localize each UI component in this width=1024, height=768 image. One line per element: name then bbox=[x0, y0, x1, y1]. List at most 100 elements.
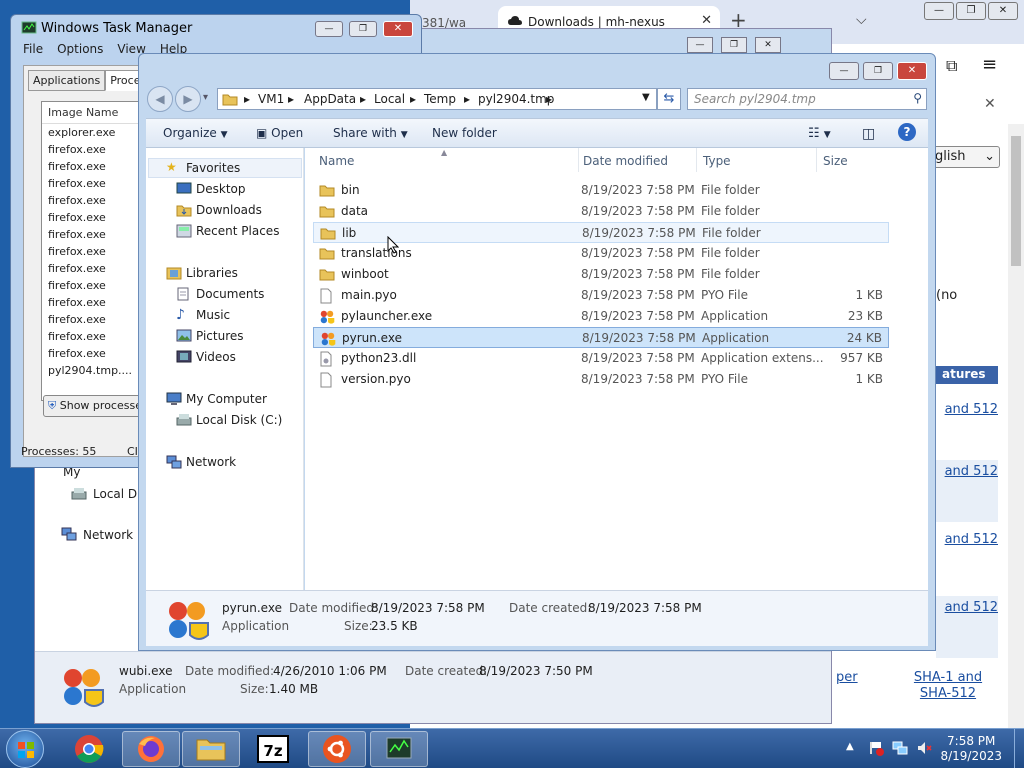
nav-desktop[interactable]: Desktop bbox=[196, 182, 246, 196]
process-row[interactable]: firefox.exe bbox=[42, 277, 146, 294]
column-header-type[interactable]: Type bbox=[701, 148, 817, 172]
file-row[interactable]: translations 8/19/2023 7:58 PM File folder bbox=[313, 243, 889, 264]
flag-icon[interactable] bbox=[868, 740, 884, 756]
process-row[interactable]: pyl2904.tmp.... bbox=[42, 362, 146, 379]
taskbar-task-manager[interactable] bbox=[370, 731, 428, 767]
open-button[interactable]: ▣ Open bbox=[256, 126, 303, 140]
breadcrumb-temp[interactable]: Temp bbox=[424, 92, 456, 106]
breadcrumb-vm1[interactable]: VM1 bbox=[258, 92, 284, 106]
scrollbar-thumb[interactable] bbox=[1011, 136, 1021, 266]
process-row[interactable]: firefox.exe bbox=[42, 175, 146, 192]
preview-pane-icon[interactable]: ◫ bbox=[862, 126, 875, 142]
bg-close-button[interactable]: ✕ bbox=[755, 37, 781, 53]
tray-expand-icon[interactable]: ▲ bbox=[846, 741, 854, 752]
taskbar-chrome[interactable] bbox=[60, 731, 118, 767]
close-icon[interactable]: ✕ bbox=[984, 96, 996, 112]
file-row[interactable]: bin 8/19/2023 7:58 PM File folder bbox=[313, 180, 889, 201]
taskbar-explorer[interactable] bbox=[182, 731, 240, 767]
tab-applications[interactable]: Applications bbox=[28, 70, 106, 91]
column-header-size[interactable]: Size bbox=[821, 148, 891, 172]
column-header-image-name[interactable]: Image Name bbox=[42, 102, 146, 124]
bg-minimize-button[interactable]: — bbox=[687, 37, 713, 53]
nav-my-computer[interactable]: My Computer bbox=[186, 392, 267, 406]
tab-list-chevron-icon[interactable]: ⌵ bbox=[856, 12, 867, 28]
file-row[interactable]: pyrun.exe 8/19/2023 7:58 PM Application 24 … bbox=[313, 327, 889, 348]
nav-music[interactable]: Music bbox=[196, 308, 230, 322]
organize-button[interactable]: Organize ▼ bbox=[163, 126, 228, 140]
process-row[interactable]: firefox.exe bbox=[42, 294, 146, 311]
file-row[interactable]: version.pyo 8/19/2023 7:58 PM PYO File 1 KB bbox=[313, 369, 889, 390]
process-row[interactable]: firefox.exe bbox=[42, 141, 146, 158]
address-bar[interactable]: ▸ VM1 ▸ AppData ▸ Local ▸ Temp ▸ pyl2904… bbox=[217, 88, 657, 110]
help-icon[interactable]: ? bbox=[898, 123, 916, 141]
show-desktop-button[interactable] bbox=[1014, 729, 1024, 768]
nav-videos[interactable]: Videos bbox=[196, 350, 236, 364]
minimize-button[interactable]: — bbox=[315, 21, 343, 37]
new-folder-button[interactable]: New folder bbox=[432, 126, 497, 140]
view-options-icon[interactable]: ☷ ▼ bbox=[808, 126, 831, 141]
share-with-button[interactable]: Share with ▼ bbox=[333, 126, 408, 140]
menu-options[interactable]: Options bbox=[57, 42, 103, 56]
process-row[interactable]: firefox.exe bbox=[42, 328, 146, 345]
file-row[interactable]: main.pyo 8/19/2023 7:58 PM PYO File 1 KB bbox=[313, 285, 889, 306]
browser-close-button[interactable]: ✕ bbox=[988, 2, 1018, 20]
menu-file[interactable]: File bbox=[23, 42, 43, 56]
taskbar-7zip[interactable]: 7z bbox=[244, 731, 302, 767]
system-clock[interactable]: 7:58 PM 8/19/2023 bbox=[940, 734, 1002, 764]
taskbar-firefox[interactable] bbox=[122, 731, 180, 767]
back-button[interactable]: ◀ bbox=[147, 86, 173, 112]
browser-scrollbar[interactable] bbox=[1008, 124, 1024, 728]
volume-muted-icon[interactable] bbox=[916, 740, 932, 756]
forward-button[interactable]: ▶ bbox=[175, 86, 201, 112]
browser-maximize-button[interactable]: ❐ bbox=[956, 2, 986, 20]
column-header-name[interactable]: Name bbox=[319, 148, 579, 172]
file-row[interactable]: python23.dll 8/19/2023 7:58 PM Application… bbox=[313, 348, 889, 369]
extensions-icon[interactable]: ⧉ bbox=[946, 56, 957, 76]
process-row[interactable]: firefox.exe bbox=[42, 226, 146, 243]
process-row[interactable]: firefox.exe bbox=[42, 345, 146, 362]
process-row[interactable]: firefox.exe bbox=[42, 311, 146, 328]
breadcrumb-appdata[interactable]: AppData bbox=[304, 92, 356, 106]
breadcrumb-current[interactable]: pyl2904.tmp bbox=[478, 92, 554, 106]
address-history-chevron-icon[interactable]: ▼ bbox=[642, 92, 650, 103]
nav-libraries[interactable]: Libraries bbox=[186, 266, 238, 280]
start-button[interactable] bbox=[6, 730, 44, 768]
sha-link[interactable]: and 512 bbox=[936, 398, 998, 460]
nav-documents[interactable]: Documents bbox=[196, 287, 264, 301]
sha-link[interactable]: SHA-1 and SHA-512 bbox=[898, 670, 998, 702]
file-row[interactable]: winboot 8/19/2023 7:58 PM File folder bbox=[313, 264, 889, 285]
process-row[interactable]: firefox.exe bbox=[42, 260, 146, 277]
process-row[interactable]: explorer.exe bbox=[42, 124, 146, 141]
file-row[interactable]: lib 8/19/2023 7:58 PM File folder bbox=[313, 222, 889, 243]
bg-maximize-button[interactable]: ❐ bbox=[721, 37, 747, 53]
recent-pages-chevron-icon[interactable]: ▾ bbox=[203, 92, 208, 103]
maximize-button[interactable]: ❐ bbox=[349, 21, 377, 37]
network-status-icon[interactable] bbox=[892, 740, 908, 756]
nav-local-disk[interactable]: Local Disk (C:) bbox=[196, 413, 282, 427]
process-row[interactable]: firefox.exe bbox=[42, 243, 146, 260]
file-row[interactable]: data 8/19/2023 7:58 PM File folder bbox=[313, 201, 889, 222]
menu-icon[interactable]: ≡ bbox=[982, 54, 997, 75]
close-button[interactable]: ✕ bbox=[897, 62, 927, 80]
close-button[interactable]: ✕ bbox=[383, 21, 413, 37]
file-row[interactable]: pylauncher.exe 8/19/2023 7:58 PM Applicati… bbox=[313, 306, 889, 327]
process-row[interactable]: firefox.exe bbox=[42, 192, 146, 209]
refresh-icon[interactable]: ⇆ bbox=[657, 88, 681, 110]
nav-recent-places[interactable]: Recent Places bbox=[196, 224, 279, 238]
per-link[interactable]: per bbox=[836, 670, 858, 685]
show-processes-button[interactable]: ⛨ Show processes bbox=[43, 395, 147, 417]
browser-minimize-button[interactable]: — bbox=[924, 2, 954, 20]
taskbar-ubuntu-installer[interactable] bbox=[308, 731, 366, 767]
language-select[interactable]: glish ⌄ bbox=[930, 146, 1000, 168]
nav-downloads[interactable]: Downloads bbox=[196, 203, 262, 217]
column-header-date-modified[interactable]: Date modified bbox=[581, 148, 697, 172]
nav-pictures[interactable]: Pictures bbox=[196, 329, 244, 343]
process-row[interactable]: firefox.exe bbox=[42, 158, 146, 175]
maximize-button[interactable]: ❐ bbox=[863, 62, 893, 80]
search-input[interactable]: Search pyl2904.tmp ⚲ bbox=[687, 88, 927, 110]
minimize-button[interactable]: — bbox=[829, 62, 859, 80]
breadcrumb-local[interactable]: Local bbox=[374, 92, 405, 106]
sha-link[interactable]: and 512 bbox=[936, 528, 998, 590]
process-row[interactable]: firefox.exe bbox=[42, 209, 146, 226]
sha-link[interactable]: and 512 bbox=[936, 460, 998, 522]
